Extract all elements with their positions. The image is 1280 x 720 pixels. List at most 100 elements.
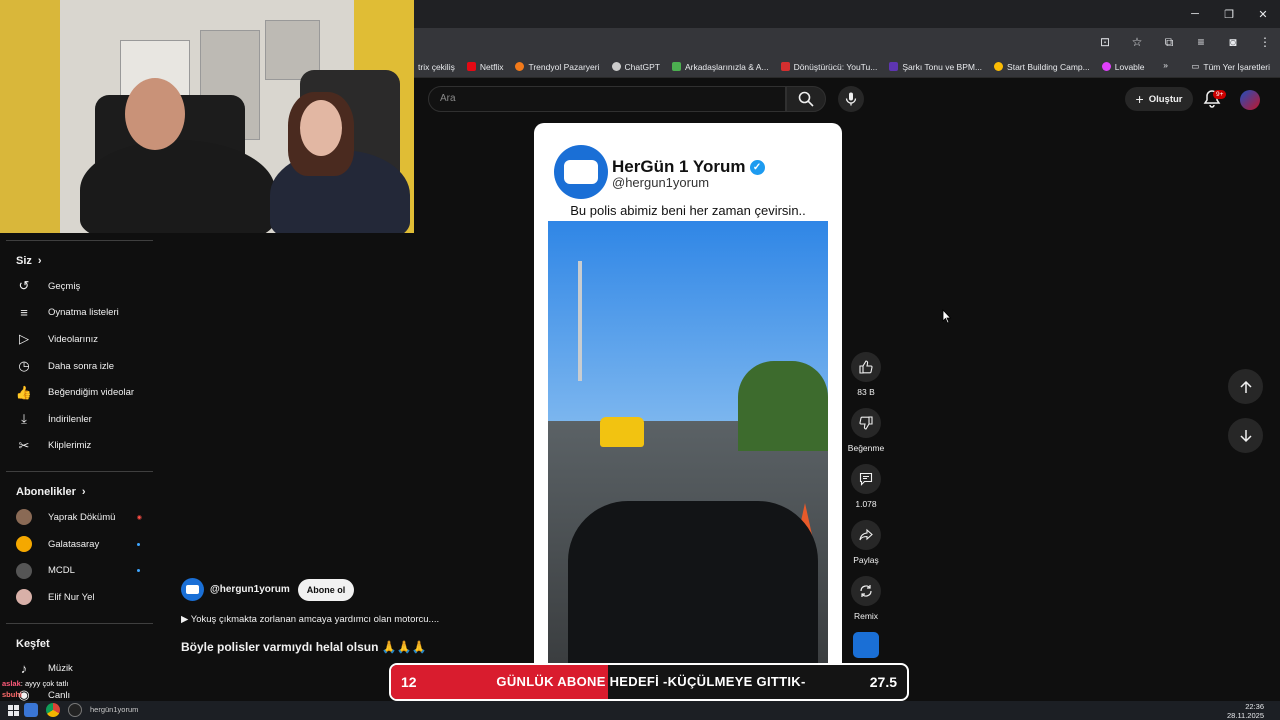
- screen: ─ ❐ ✕ ⊡ ☆ ⧉ ≡ ◙ ⋮ trix çekiliş Netflix T…: [0, 0, 1280, 720]
- clock-date: 28.11.2025: [1227, 711, 1264, 720]
- bookmark-item[interactable]: Dönüştürücü: YouTu...: [780, 62, 877, 72]
- create-button[interactable]: + Oluştur: [1125, 87, 1193, 111]
- sidebar-item-label: Daha sonra izle: [48, 360, 115, 372]
- subscriber-goal-bar: 12 GÜNLÜK ABONE HEDEFİ -KÜÇÜLMEYE GITTIK…: [389, 663, 909, 701]
- bookmark-item[interactable]: Netflix: [466, 62, 503, 72]
- folder-icon: ▭: [1191, 61, 1200, 71]
- you-section-header[interactable]: Siz ›: [0, 241, 160, 273]
- comments-button[interactable]: [851, 464, 881, 494]
- windows-start-icon[interactable]: [8, 705, 19, 716]
- bookmarks-overflow-button[interactable]: »: [1163, 60, 1168, 70]
- taskbar: hergün1yorum 22:36 28.11.2025: [0, 701, 1280, 720]
- profile-icon[interactable]: ◙: [1224, 33, 1242, 51]
- install-app-icon[interactable]: ⊡: [1096, 33, 1114, 51]
- bookmark-item[interactable]: Trendyol Pazaryeri: [515, 61, 600, 72]
- subscriptions-header[interactable]: Abonelikler ›: [0, 472, 160, 504]
- share-button[interactable]: [851, 520, 881, 550]
- obs-icon[interactable]: [68, 703, 82, 717]
- bookmark-favicon: [515, 62, 525, 71]
- goal-title: GÜNLÜK ABONE HEDEFİ -KÜÇÜLMEYE GITTIK-: [496, 674, 806, 689]
- bookmark-label: Trendyol Pazaryeri: [528, 61, 600, 72]
- subscribe-button[interactable]: Abone ol: [297, 578, 355, 601]
- all-bookmarks-button[interactable]: ▭ Tüm Yer İşaretleri: [1191, 61, 1270, 72]
- sound-thumbnail[interactable]: [853, 632, 879, 658]
- bookmark-item[interactable]: trix çekiliş: [414, 62, 455, 72]
- extensions-icon[interactable]: ⧉: [1160, 33, 1178, 51]
- sidebar-item-you[interactable]: ▷ Videolarınız: [0, 326, 160, 353]
- chat-message: aslak: ayyy çok tatlı: [2, 679, 68, 688]
- minimize-button[interactable]: ─: [1178, 0, 1212, 28]
- media-icon[interactable]: ≡: [1192, 33, 1210, 51]
- taskbar-window-label[interactable]: hergün1yorum: [90, 705, 138, 714]
- restore-button[interactable]: ❐: [1212, 0, 1246, 28]
- post-handle: @hergun1yorum: [612, 175, 710, 190]
- music-icon: ♪: [20, 661, 28, 677]
- sidebar-item-subscription[interactable]: MCDL: [0, 557, 160, 584]
- short-video-player[interactable]: HerGün 1 Yorum ✓ @hergun1yorum Bu polis a…: [534, 123, 842, 668]
- previous-short-button[interactable]: [1228, 369, 1263, 404]
- bookmark-favicon: [1101, 62, 1111, 71]
- bookmark-favicon: [889, 62, 899, 71]
- sidebar-item-you[interactable]: ◷ Daha sonra izle: [0, 353, 160, 380]
- sidebar-item-you[interactable]: 👍 Beğendiğim videolar: [0, 379, 160, 406]
- sidebar-item-label: Galatasaray: [48, 538, 100, 550]
- avatar[interactable]: [1240, 90, 1260, 110]
- comment-count: 1.078: [855, 499, 877, 509]
- channel-avatar: [16, 509, 32, 526]
- clock-icon: ◷: [18, 358, 30, 374]
- chat-text: : ayyy çok tatlı: [20, 679, 69, 688]
- you-section-label: Siz: [16, 255, 32, 267]
- sidebar-item-subscription[interactable]: Elif Nur Yel: [0, 584, 160, 611]
- chrome-icon[interactable]: [46, 703, 60, 717]
- like-button[interactable]: [851, 352, 881, 382]
- sidebar-item-you[interactable]: ↺ Geçmiş: [0, 273, 160, 300]
- close-button[interactable]: ✕: [1246, 0, 1280, 28]
- bookmark-label: Arkadaşlarınızla & A...: [684, 61, 769, 72]
- like-icon: 👍: [15, 384, 33, 400]
- thumbs-up-icon: [859, 360, 873, 374]
- search-button[interactable]: [786, 86, 826, 112]
- menu-icon[interactable]: ⋮: [1256, 33, 1274, 51]
- bookmark-label: Lovable: [1114, 61, 1145, 72]
- bookmark-item[interactable]: Şarkı Tonu ve BPM...: [889, 62, 982, 72]
- microphone-icon: [845, 92, 857, 106]
- bookmark-item[interactable]: Start Building Camp...: [994, 62, 1090, 72]
- dislike-button[interactable]: [851, 408, 881, 438]
- clock-time: 22:36: [1245, 702, 1264, 711]
- clock[interactable]: 22:36 28.11.2025: [1227, 702, 1264, 720]
- browser-toolbar: ⊡ ☆ ⧉ ≡ ◙ ⋮: [414, 28, 1280, 56]
- search-input[interactable]: Ara: [428, 86, 786, 112]
- subscriptions-label: Abonelikler: [16, 486, 76, 499]
- webcam-overlay: [0, 0, 414, 233]
- taskbar-app-icon[interactable]: [24, 703, 38, 717]
- bookmark-favicon: [671, 62, 681, 71]
- sidebar-item-subscription[interactable]: Yaprak Dökümü ◉: [0, 504, 160, 531]
- bookmark-item[interactable]: Lovable: [1101, 61, 1145, 72]
- bookmark-label: ChatGPT: [624, 61, 660, 72]
- bookmark-favicon: [780, 62, 790, 71]
- remix-button[interactable]: [851, 576, 881, 606]
- bookmark-item[interactable]: ChatGPT: [611, 61, 660, 72]
- bookmark-label: Start Building Camp...: [1007, 61, 1090, 72]
- voice-search-button[interactable]: [838, 86, 864, 112]
- channel-avatar[interactable]: [181, 578, 204, 601]
- sidebar-item-subscription[interactable]: Galatasaray: [0, 531, 160, 558]
- bookmark-star-icon[interactable]: ☆: [1128, 33, 1146, 51]
- channel-avatar: [16, 589, 32, 606]
- video-description[interactable]: ▶ Yokuş çıkmakta zorlanan amcaya yardımc…: [181, 614, 439, 625]
- new-content-dot: [137, 569, 140, 573]
- chevron-right-icon: ›: [81, 486, 86, 499]
- browser-titlebar: ─ ❐ ✕: [414, 0, 1280, 28]
- chevron-right-icon: ›: [37, 255, 42, 267]
- sidebar-item-you[interactable]: ≡ Oynatma listeleri: [0, 300, 160, 327]
- next-short-button[interactable]: [1228, 418, 1263, 453]
- sidebar-item-you[interactable]: ✂ Kliplerimiz: [0, 433, 160, 460]
- sidebar-item-label: MCDL: [48, 565, 75, 577]
- channel-row: @hergun1yorum Abone ol: [181, 578, 355, 601]
- sidebar-item-you[interactable]: ⤓ İndirilenler: [0, 406, 160, 433]
- channel-name[interactable]: @hergun1yorum: [210, 584, 290, 595]
- share-icon: [859, 528, 873, 541]
- bookmark-item[interactable]: Arkadaşlarınızla & A...: [671, 61, 769, 72]
- explore-header: Keşfet: [0, 624, 160, 656]
- history-icon: ↺: [18, 278, 30, 294]
